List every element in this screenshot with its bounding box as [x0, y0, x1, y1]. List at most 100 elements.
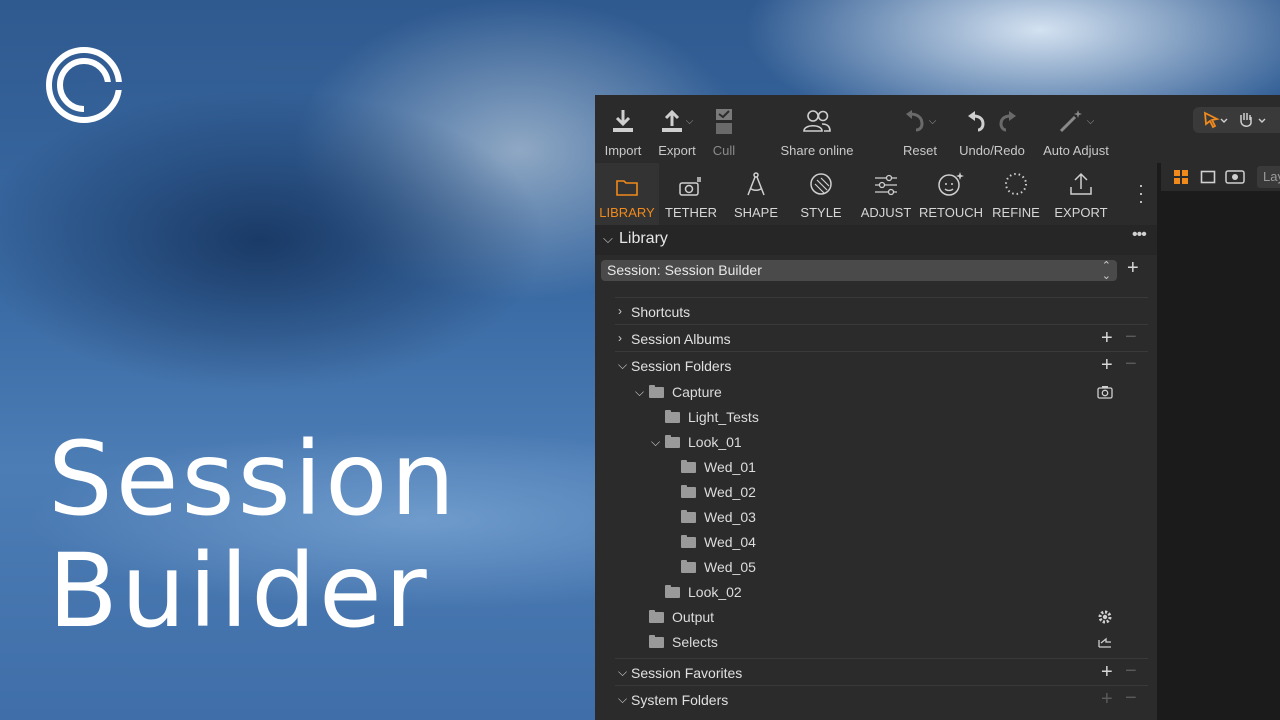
- chevron-down-icon: ⌵: [928, 115, 937, 127]
- remove-album-button[interactable]: −: [1125, 326, 1137, 349]
- share-online-button[interactable]: Share online: [777, 103, 857, 158]
- remove-system-folder-button[interactable]: −: [1125, 687, 1137, 710]
- section-system-folders[interactable]: ⌵ System Folders + −: [615, 685, 1148, 713]
- grid-view-icon[interactable]: [1173, 169, 1189, 185]
- undo-redo-buttons[interactable]: Undo/Redo: [957, 103, 1027, 158]
- tab-tether[interactable]: TETHER: [659, 163, 723, 225]
- reset-icon: [905, 110, 924, 132]
- chevron-right-icon[interactable]: ›: [618, 331, 622, 345]
- import-button[interactable]: Import: [603, 103, 643, 158]
- redo-icon[interactable]: [996, 110, 1018, 132]
- add-album-button[interactable]: +: [1101, 327, 1113, 350]
- folder-icon: [649, 610, 664, 623]
- tab-adjust[interactable]: ADJUST: [854, 163, 918, 225]
- export-upload-icon: [661, 109, 682, 132]
- tab-export-label: EXPORT: [1054, 205, 1108, 220]
- tab-export[interactable]: EXPORT: [1049, 163, 1113, 225]
- section-session-favorites-label: Session Favorites: [631, 665, 743, 681]
- tab-library[interactable]: LIBRARY: [595, 163, 659, 225]
- section-session-favorites[interactable]: ⌵ Session Favorites + −: [615, 658, 1148, 686]
- folder-row-capture[interactable]: ⌵ Capture: [595, 380, 1157, 405]
- gear-icon[interactable]: [1097, 609, 1113, 625]
- folder-row-wed-01[interactable]: Wed_01: [595, 455, 1157, 480]
- add-system-folder-button[interactable]: +: [1101, 688, 1113, 711]
- viewer-toolbar: Lay: [1161, 163, 1280, 191]
- people-icon: [803, 110, 831, 132]
- chevron-down-icon[interactable]: ⌵: [635, 385, 644, 400]
- ellipsis-menu-icon[interactable]: •••: [1132, 226, 1147, 244]
- folder-row-wed-03[interactable]: Wed_03: [595, 505, 1157, 530]
- folder-row-look-02[interactable]: Look_02: [595, 580, 1157, 605]
- folder-wed-01-label: Wed_01: [704, 459, 756, 475]
- layer-input[interactable]: Lay: [1257, 166, 1280, 188]
- remove-folder-button[interactable]: −: [1125, 353, 1137, 376]
- chevron-down-icon[interactable]: ⌵: [651, 435, 660, 450]
- export-menu-button[interactable]: ⌵ Export: [657, 103, 697, 158]
- folder-icon: [681, 510, 696, 523]
- cursor-tool-picker[interactable]: [1193, 107, 1280, 133]
- chevron-down-icon[interactable]: ⌵: [618, 665, 627, 680]
- cull-button[interactable]: Cull: [709, 103, 739, 158]
- eye-icon[interactable]: [1225, 169, 1245, 185]
- tab-style[interactable]: STYLE: [789, 163, 853, 225]
- tab-refine[interactable]: REFINE: [984, 163, 1048, 225]
- folder-icon: [681, 485, 696, 498]
- more-tabs-icon[interactable]: · · ·: [1138, 176, 1144, 210]
- tab-shape[interactable]: SHAPE: [724, 163, 788, 225]
- chevron-down-icon[interactable]: ⌵: [618, 358, 627, 373]
- export-icon: [1070, 172, 1092, 195]
- chevron-right-icon[interactable]: ›: [618, 304, 622, 318]
- add-favorite-button[interactable]: +: [1101, 661, 1113, 684]
- session-select[interactable]: Session: Session Builder ⌃ ⌄: [601, 260, 1117, 282]
- capture-one-logo: [46, 47, 124, 123]
- section-shortcuts-label: Shortcuts: [631, 304, 691, 320]
- library-tool-header[interactable]: ⌵ Library •••: [595, 225, 1157, 255]
- folder-icon: [665, 435, 680, 448]
- folder-icon: [649, 635, 664, 648]
- tab-style-label: STYLE: [800, 205, 842, 220]
- add-session-item-button[interactable]: +: [1127, 258, 1139, 278]
- folder-light-tests-label: Light_Tests: [688, 409, 759, 425]
- folder-row-wed-05[interactable]: Wed_05: [595, 555, 1157, 580]
- tab-tether-label: TETHER: [665, 205, 717, 220]
- folder-row-look-01[interactable]: ⌵ Look_01: [595, 430, 1157, 455]
- folder-selects-label: Selects: [672, 634, 718, 650]
- folder-look-01-label: Look_01: [688, 434, 742, 450]
- folder-row-selects[interactable]: Selects: [595, 630, 1157, 655]
- folder-output-label: Output: [672, 609, 715, 625]
- section-session-albums[interactable]: › Session Albums + −: [615, 324, 1148, 352]
- section-system-folders-label: System Folders: [631, 692, 729, 708]
- hero-title: Session Builder: [48, 424, 458, 648]
- cull-icon: [716, 109, 732, 134]
- chevron-down-icon[interactable]: ⌵: [603, 231, 613, 247]
- auto-adjust-button[interactable]: ⌵ Auto Adjust: [1041, 103, 1111, 158]
- section-shortcuts[interactable]: › Shortcuts: [615, 297, 1148, 325]
- select-cursor-icon[interactable]: [1203, 111, 1229, 129]
- hand-pan-icon[interactable]: [1237, 111, 1267, 129]
- undo-redo-label: Undo/Redo: [959, 143, 1025, 158]
- chevron-down-icon[interactable]: ⌵: [618, 692, 627, 707]
- undo-icon[interactable]: [966, 110, 988, 132]
- remove-favorite-button[interactable]: −: [1125, 660, 1137, 683]
- tab-library-label: LIBRARY: [599, 205, 655, 220]
- single-view-icon[interactable]: [1200, 169, 1216, 185]
- viewer-area: Lay: [1161, 163, 1280, 720]
- retouch-icon: [938, 172, 964, 196]
- tab-retouch[interactable]: RETOUCH: [919, 163, 983, 225]
- camera-tether-icon: [679, 177, 701, 196]
- folder-row-wed-02[interactable]: Wed_02: [595, 480, 1157, 505]
- selects-icon[interactable]: [1097, 635, 1113, 649]
- camera-icon[interactable]: [1097, 385, 1113, 399]
- folder-row-output[interactable]: Output: [595, 605, 1157, 630]
- folder-row-light-tests[interactable]: Light_Tests: [595, 405, 1157, 430]
- add-folder-button[interactable]: +: [1101, 354, 1113, 377]
- import-icon: [613, 110, 633, 132]
- reset-button[interactable]: ⌵ Reset: [898, 103, 942, 158]
- hero-title-line1: Session: [48, 420, 459, 539]
- tool-panel: LIBRARY TETHER SHAPE STYLE ADJUST RETOUC…: [595, 163, 1157, 720]
- section-session-folders[interactable]: ⌵ Session Folders + −: [615, 351, 1148, 379]
- app-window: Import ⌵ Export Cull Share online ⌵ Rese…: [595, 95, 1280, 720]
- folder-row-wed-04[interactable]: Wed_04: [595, 530, 1157, 555]
- chevron-down-icon: ⌵: [1086, 115, 1095, 127]
- folder-wed-04-label: Wed_04: [704, 534, 756, 550]
